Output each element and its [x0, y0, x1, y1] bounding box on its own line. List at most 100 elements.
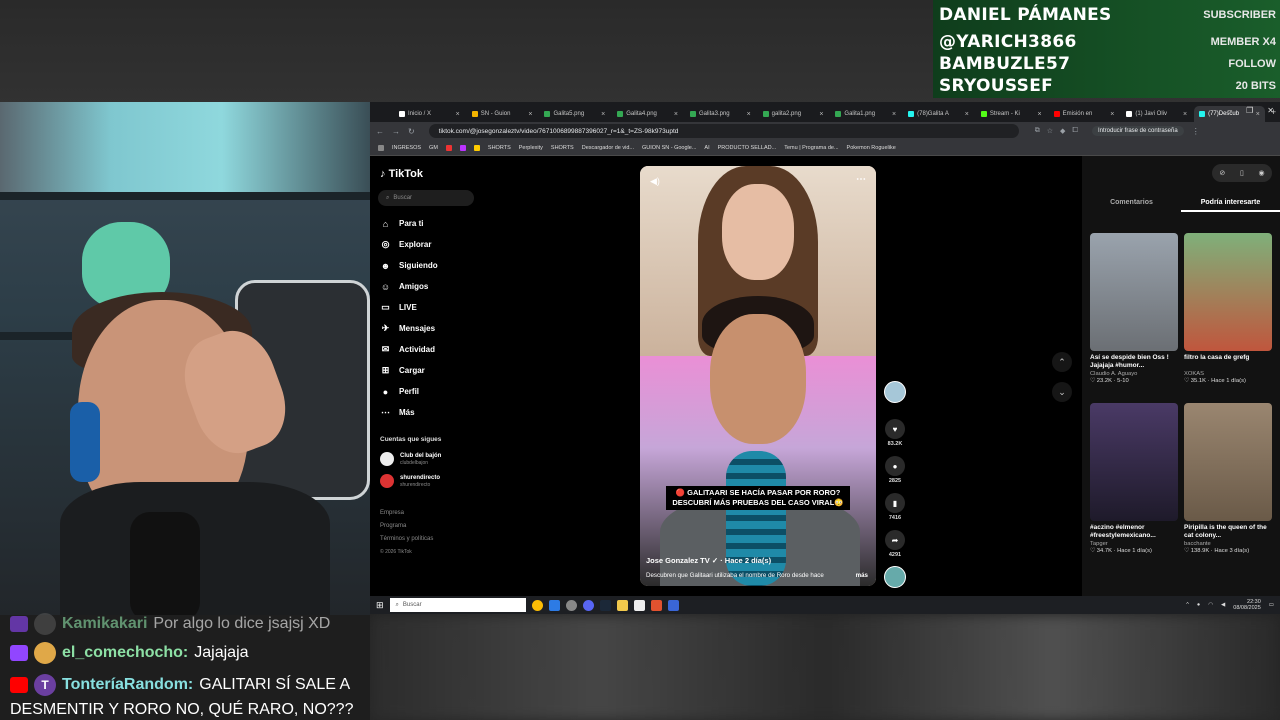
nav-amigos[interactable]: ☺ Amigos [380, 281, 428, 292]
share-button[interactable]: ➦ 4291 [884, 530, 906, 558]
creator-avatar-button[interactable] [884, 381, 906, 403]
nav-siguiendo[interactable]: ☻ Siguiendo [380, 260, 438, 271]
minimize-icon[interactable]: – [1228, 106, 1232, 115]
translate-icon[interactable]: ⧉ [1035, 127, 1040, 135]
browser-tab[interactable]: Galita3.png × [685, 106, 756, 122]
nav-explorar[interactable]: ◎ Explorar [380, 239, 432, 250]
comment-button[interactable]: ● 2825 [884, 456, 906, 484]
close-icon[interactable]: × [528, 111, 532, 118]
bookmark[interactable]: Descargador de vid... [582, 145, 634, 151]
close-icon[interactable]: × [1183, 111, 1187, 118]
followed-account[interactable]: Club del bajón clubdelbajon [380, 452, 441, 466]
clock[interactable]: 22:30 08/08/2025 [1233, 599, 1261, 611]
like-button[interactable]: ♥ 83.2K [884, 419, 906, 447]
password-prompt[interactable]: Introducir frase de contraseña [1091, 126, 1184, 136]
browser-tab[interactable]: Galita1.png × [830, 106, 901, 122]
browser-tab[interactable]: Stream - Ki × [976, 106, 1047, 122]
close-icon[interactable]: × [674, 111, 678, 118]
recommended-video[interactable]: Así se despide bien Oss ! Jajajaja #humo… [1090, 233, 1178, 384]
browser-tab[interactable]: Emisión en × [1049, 106, 1120, 122]
close-icon[interactable]: × [1110, 111, 1114, 118]
close-icon[interactable]: × [819, 111, 823, 118]
bookmark-icon[interactable] [459, 144, 466, 151]
browser-tab[interactable]: (1) Javi Oliv × [1121, 106, 1192, 122]
recommended-video[interactable]: Piripilla is the queen of the cat colony… [1184, 403, 1272, 554]
block-icon[interactable]: ⊘ [1219, 169, 1225, 177]
chevron-down-icon[interactable]: ⌄ [1052, 382, 1072, 402]
browser-tab[interactable]: Galita4.png × [612, 106, 683, 122]
bookmark[interactable]: GUION SN - Google... [642, 145, 696, 151]
recommended-video[interactable]: #aczino #elmenor #freestylemexicano... T… [1090, 403, 1178, 554]
close-window-icon[interactable]: ✕ [1267, 106, 1274, 115]
chrome-icon[interactable] [531, 599, 543, 611]
more-link[interactable]: más [856, 572, 868, 579]
bookmark-star-icon[interactable]: ☆ [1047, 127, 1053, 135]
app-icon[interactable] [548, 599, 560, 611]
browser-tab[interactable]: Galita5.png × [539, 106, 610, 122]
nav-cargar[interactable]: ⊞ Cargar [380, 365, 425, 376]
save-button[interactable]: ▮ 7416 [884, 493, 906, 521]
nav-para-ti[interactable]: ⌂ Para ti [380, 218, 424, 229]
tab-podria-interesarte[interactable]: Podría interesarte [1181, 196, 1280, 212]
nav-actividad[interactable]: ✉ Actividad [380, 344, 435, 355]
bookmark[interactable]: AI [704, 145, 709, 151]
bookmark-icon[interactable] [445, 144, 452, 151]
close-icon[interactable]: × [601, 111, 605, 118]
notepad-icon[interactable] [633, 599, 645, 611]
bookmark[interactable]: Temu | Programa de... [784, 145, 838, 151]
bookmark[interactable]: PRODUCTO SELLAD... [718, 145, 777, 151]
extension-icon[interactable]: ◆ [1060, 127, 1065, 135]
tiktok-logo[interactable]: ♪ TikTok [380, 168, 423, 180]
music-button[interactable] [884, 566, 906, 588]
video-author[interactable]: Jose Gonzalez TV ✓ · Hace 2 día(s) [646, 556, 771, 565]
bookmark[interactable]: Pokemon Roguelike [847, 145, 896, 151]
browser-tab[interactable]: Inicio / X × [394, 106, 465, 122]
browser-tab[interactable]: (78)Galita A × [903, 106, 974, 122]
taskbar-search[interactable]: ⌕ Buscar [389, 598, 526, 612]
steam-icon[interactable] [599, 599, 611, 611]
browser-tab[interactable]: galita2.png × [758, 106, 829, 122]
profile-avatar-icon[interactable]: ◉ [1259, 169, 1265, 177]
nav-perfil[interactable]: ● Perfil [380, 386, 419, 397]
maximize-icon[interactable]: ❐ [1246, 106, 1253, 115]
footer-link[interactable]: Términos y políticas [380, 536, 433, 542]
nav-mensajes[interactable]: ✈ Mensajes [380, 323, 435, 334]
discord-icon[interactable] [582, 599, 594, 611]
nav-live[interactable]: ▭ LIVE [380, 302, 417, 313]
video-player[interactable]: 🔴 GALITAARI SE HACÍA PASAR POR RORO? DES… [640, 166, 876, 586]
microphone-icon[interactable]: ● [1197, 602, 1200, 608]
volume-icon[interactable]: ◀ [1221, 602, 1225, 608]
reload-icon[interactable]: ↻ [408, 127, 415, 136]
search-input[interactable]: ⌕ Buscar [378, 190, 474, 206]
wifi-icon[interactable]: ◠ [1208, 602, 1213, 608]
brave-icon[interactable] [650, 599, 662, 611]
tray-chevron-icon[interactable]: ^ [1186, 602, 1189, 608]
bookmark[interactable]: SHORTS [551, 145, 574, 151]
menu-icon[interactable]: ⋮ [1192, 127, 1200, 136]
puzzle-icon[interactable]: ⧠ [1072, 127, 1078, 135]
bookmark-icon[interactable] [473, 144, 480, 151]
apps-icon[interactable] [378, 144, 384, 151]
bookmark[interactable]: Perplexity [519, 145, 543, 151]
tab-comentarios[interactable]: Comentarios [1082, 196, 1181, 212]
nav-mas[interactable]: ⋯ Más [380, 407, 415, 418]
app-icon[interactable] [667, 599, 679, 611]
followed-account[interactable]: shurendirecto shurendirecto [380, 474, 440, 488]
close-icon[interactable]: × [965, 111, 969, 118]
more-options-icon[interactable]: ⋯ [856, 174, 866, 185]
forward-icon[interactable]: → [392, 127, 400, 136]
windows-start-icon[interactable]: ⊞ [376, 600, 384, 611]
folder-icon[interactable] [616, 599, 628, 611]
back-icon[interactable]: ← [376, 127, 384, 136]
url-field[interactable]: tiktok.com/@josegonzaleztv/video/7671006… [428, 124, 1019, 138]
close-icon[interactable]: × [456, 111, 460, 118]
close-icon[interactable]: × [892, 111, 896, 118]
mute-icon[interactable]: ◀) [650, 176, 660, 187]
browser-tab[interactable]: SN - Guion × [467, 106, 538, 122]
bookmark[interactable]: GM [429, 145, 438, 151]
chevron-up-icon[interactable]: ⌃ [1052, 352, 1072, 372]
bookmark[interactable]: INGRESOS [392, 145, 421, 151]
footer-link[interactable]: Empresa [380, 510, 404, 516]
close-icon[interactable]: × [747, 111, 751, 118]
recommended-video[interactable]: filtro la casa de grefg XOKAS ♡ 35.1K · … [1184, 233, 1272, 384]
